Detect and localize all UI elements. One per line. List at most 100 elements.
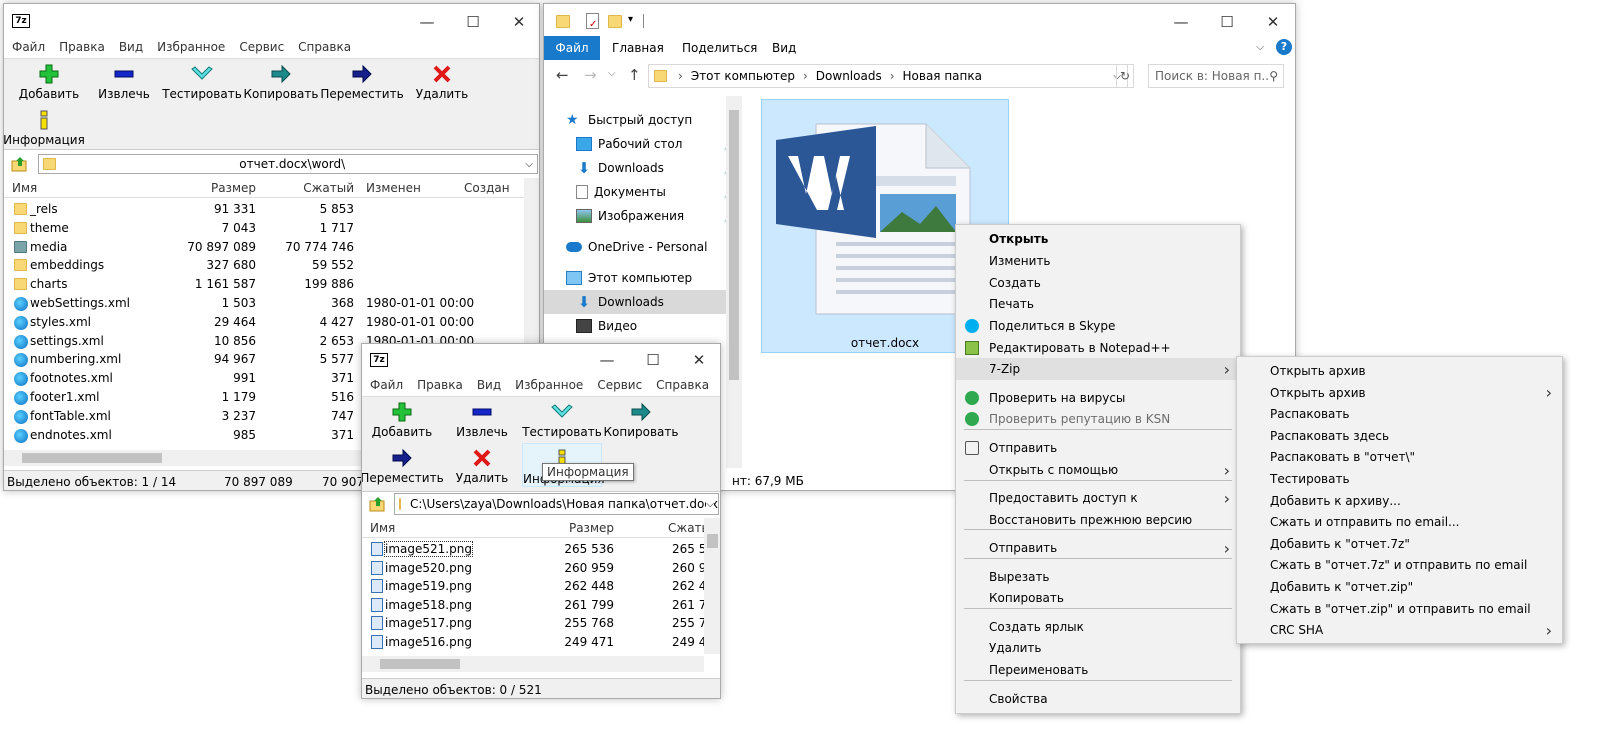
menu-item[interactable]: Сервис [239,40,284,58]
path-field[interactable]: C:\Users\zaya\Downloads\Новая папка\отче… [394,493,719,515]
table-row[interactable]: image516.png 249 471 249 4 [362,633,704,652]
table-row[interactable]: theme 7 043 1 717 [4,219,524,238]
context-menu-item[interactable]: Создать ярлык [956,616,1240,638]
tab-share[interactable]: Поделиться [682,41,757,55]
close-button[interactable]: ✕ [496,4,539,40]
menu-item[interactable]: Правка [59,40,105,58]
menu-item[interactable]: Сервис [597,378,642,396]
table-row[interactable]: styles.xml 29 464 4 427 1980-01-01 00:00 [4,313,524,332]
submenu-item[interactable]: Открыть архив › [1237,382,1562,404]
up-folder-button[interactable] [8,154,32,174]
submenu-item[interactable]: Сжать в "отчет.7z" и отправить по email [1237,554,1562,576]
breadcrumb-downloads[interactable]: Downloads [816,69,882,83]
nav-this-pc[interactable]: Этот компьютер [544,266,742,290]
nav-quick-access[interactable]: ★ Быстрый доступ [544,108,742,132]
menu-item[interactable]: Избранное [157,40,225,58]
horizontal-scrollbar[interactable] [362,656,704,672]
new-folder-icon[interactable] [608,15,622,28]
path-field[interactable]: отчет.docx\word\ ⌵ [38,154,538,174]
menu-item[interactable]: Правка [417,378,463,396]
column-packed[interactable]: Сжать [668,521,709,535]
nav-pc-downloads[interactable]: ⬇ Downloads [544,290,742,314]
column-created[interactable]: Создан [464,181,510,195]
extract-button[interactable]: Извлечь [437,401,527,439]
menu-item[interactable]: Справка [298,40,351,58]
menu-item[interactable]: Вид [119,40,143,58]
submenu-item[interactable]: Сжать и отправить по email... [1237,511,1562,533]
copy-button[interactable]: Копировать [596,401,686,439]
refresh-button[interactable]: ↻ [1116,64,1134,88]
table-row[interactable]: embeddings 327 680 59 552 [4,256,524,275]
add-button[interactable]: Добавить [362,401,447,439]
minimize-button[interactable]: — [584,344,630,376]
context-menu-item[interactable]: Свойства [956,688,1240,710]
chevron-down-icon[interactable]: ⌵ [525,159,533,170]
menu-item[interactable]: Справка [656,378,709,396]
chevron-down-icon[interactable]: ⌵ [706,498,714,510]
context-menu-item[interactable]: Восстановить прежнюю версию [956,509,1240,531]
nav-downloads[interactable]: ⬇Downloads📌 [544,156,742,180]
context-menu-item[interactable]: 7-Zip › [956,358,1240,380]
copy-button[interactable]: Копировать [236,63,326,101]
column-size[interactable]: Размер [532,521,614,535]
context-menu-item[interactable]: Проверить репутацию в KSN [956,408,1240,430]
info-button[interactable]: Информация [4,109,89,147]
submenu-item[interactable]: Распаковать в "отчет\" [1237,446,1562,468]
context-menu-item[interactable]: Предоставить доступ к › [956,487,1240,509]
context-menu-item[interactable]: Поделиться в Skype [956,315,1240,337]
table-row[interactable]: image520.png 260 959 260 9 [362,559,704,578]
forward-icon[interactable]: → [584,66,597,84]
context-menu-item[interactable]: Создать [956,272,1240,294]
close-button[interactable]: ✕ [1250,4,1295,40]
submenu-item[interactable]: Открыть архив [1237,360,1562,382]
context-menu-item[interactable]: Отправить › [956,537,1240,559]
maximize-button[interactable]: ☐ [1204,4,1250,40]
extract-button[interactable]: Извлечь [79,63,169,101]
ribbon-expand-icon[interactable]: ⌵ [1256,40,1264,54]
submenu-item[interactable]: CRC SHA › [1237,619,1562,641]
search-input[interactable]: Поиск в: Новая п... ⚲ [1148,64,1284,88]
context-menu-item[interactable]: Изменить [956,250,1240,272]
up-folder-button[interactable] [366,494,390,514]
table-row[interactable]: webSettings.xml 1 503 368 1980-01-01 00:00 [4,294,524,313]
column-name[interactable]: Имя [370,521,395,535]
context-menu-item[interactable]: Переименовать [956,659,1240,681]
context-menu-item[interactable]: Отправить [956,437,1240,459]
context-menu-item[interactable]: Проверить на вирусы [956,387,1240,409]
submenu-item[interactable]: Добавить к "отчет.zip" [1237,576,1562,598]
properties-icon[interactable]: ✓ [586,13,599,30]
maximize-button[interactable]: ☐ [630,344,676,376]
context-menu-item[interactable]: Открыть [956,228,1240,250]
table-row[interactable]: image518.png 261 799 261 7 [362,596,704,615]
context-menu-item[interactable]: Копировать [956,587,1240,609]
nav-pictures[interactable]: Изображения📌 [544,204,742,228]
column-name[interactable]: Имя [12,181,37,195]
quick-access-dropdown-icon[interactable]: ▾ [628,14,633,25]
nav-documents[interactable]: Документы📌 [544,180,742,204]
nav-onedrive[interactable]: OneDrive - Personal [544,235,742,259]
table-row[interactable]: image519.png 262 448 262 4 [362,577,704,596]
menu-item[interactable]: Файл [12,40,45,58]
move-button[interactable]: Переместить [317,63,407,101]
delete-button[interactable]: Удалить [437,447,527,485]
submenu-item[interactable]: Сжать в "отчет.zip" и отправить по email [1237,598,1562,620]
tab-view[interactable]: Вид [772,41,796,55]
submenu-item[interactable]: Добавить к архиву... [1237,490,1562,512]
menu-item[interactable]: Избранное [515,378,583,396]
minimize-button[interactable]: — [404,4,450,40]
tab-file[interactable]: Файл [544,36,600,60]
breadcrumb[interactable]: › Этот компьютер › Downloads › Новая пап… [648,64,1128,88]
context-menu-item[interactable]: Вырезать [956,566,1240,588]
nav-desktop[interactable]: Рабочий стол📌 [544,132,742,156]
help-icon[interactable]: ? [1276,39,1292,55]
test-button[interactable]: Тестировать [517,401,607,439]
nav-scrollbar[interactable] [726,96,742,468]
column-packed[interactable]: Сжатый [262,181,354,195]
up-icon[interactable]: ↑ [628,66,641,84]
submenu-item[interactable]: Тестировать [1237,468,1562,490]
menu-item[interactable]: Вид [477,378,501,396]
minimize-button[interactable]: — [1158,4,1204,40]
table-row[interactable]: charts 1 161 587 199 886 [4,275,524,294]
context-menu-item[interactable]: Печать [956,293,1240,315]
maximize-button[interactable]: ☐ [450,4,496,40]
